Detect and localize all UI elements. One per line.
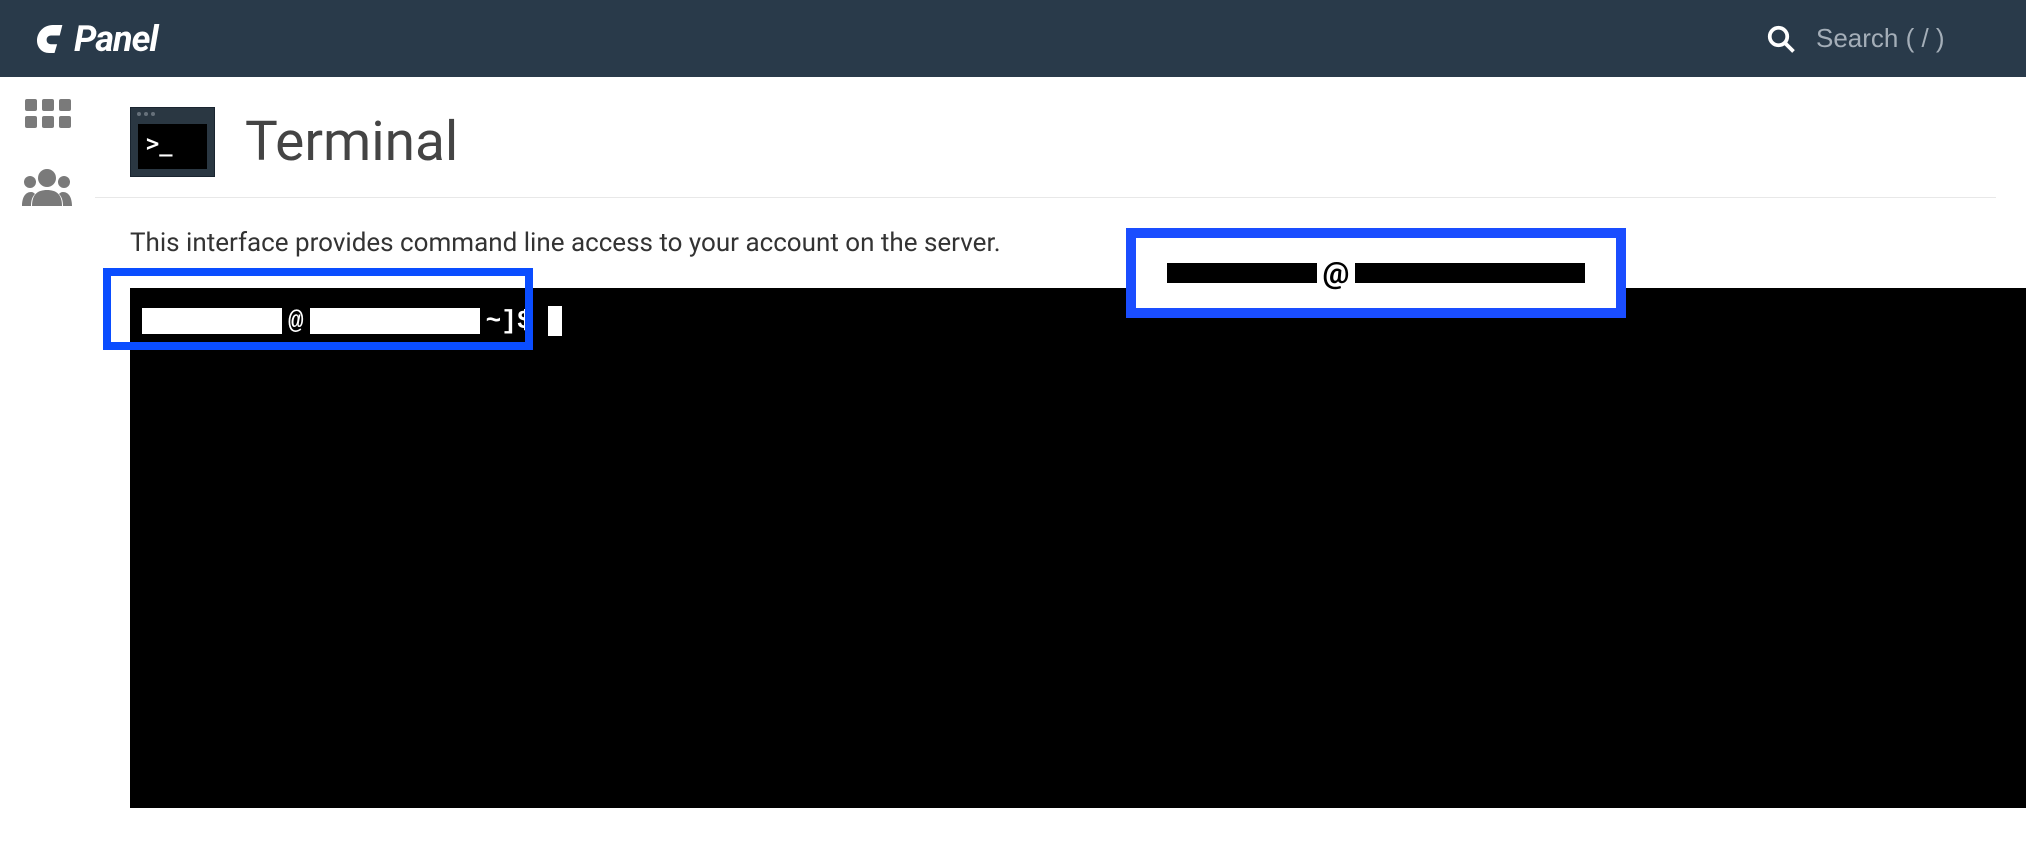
page-title: Terminal bbox=[245, 110, 458, 174]
search-area bbox=[1766, 23, 1996, 54]
cpanel-logo-text: Panel bbox=[74, 18, 158, 60]
highlight-box-user-host: @ bbox=[1126, 228, 1626, 318]
sidebar bbox=[0, 77, 95, 842]
terminal-console[interactable]: @ ~]$ bbox=[130, 288, 2026, 808]
redacted-user bbox=[1167, 263, 1317, 283]
redacted-host bbox=[1355, 263, 1585, 283]
grid-icon bbox=[23, 97, 73, 141]
layout: >_ Terminal This interface provides comm… bbox=[0, 77, 2026, 842]
terminal-tile-prompt: >_ bbox=[138, 124, 207, 169]
cpanel-logo-icon bbox=[30, 18, 72, 60]
at-symbol: @ bbox=[1323, 256, 1350, 291]
main-content: >_ Terminal This interface provides comm… bbox=[95, 77, 2026, 842]
terminal-cursor bbox=[548, 306, 562, 336]
sidebar-item-apps[interactable] bbox=[23, 97, 73, 141]
cpanel-logo[interactable]: Panel bbox=[30, 18, 158, 60]
highlight-box-prompt bbox=[103, 268, 533, 350]
terminal-wrap: @ @ ~]$ bbox=[130, 288, 2026, 808]
terminal-tile-icon: >_ bbox=[130, 107, 215, 177]
top-header: Panel bbox=[0, 0, 2026, 77]
sidebar-item-users[interactable] bbox=[20, 166, 75, 212]
search-input[interactable] bbox=[1816, 23, 1996, 54]
users-icon bbox=[20, 166, 75, 212]
title-row: >_ Terminal bbox=[95, 77, 1996, 198]
search-icon[interactable] bbox=[1766, 24, 1796, 54]
